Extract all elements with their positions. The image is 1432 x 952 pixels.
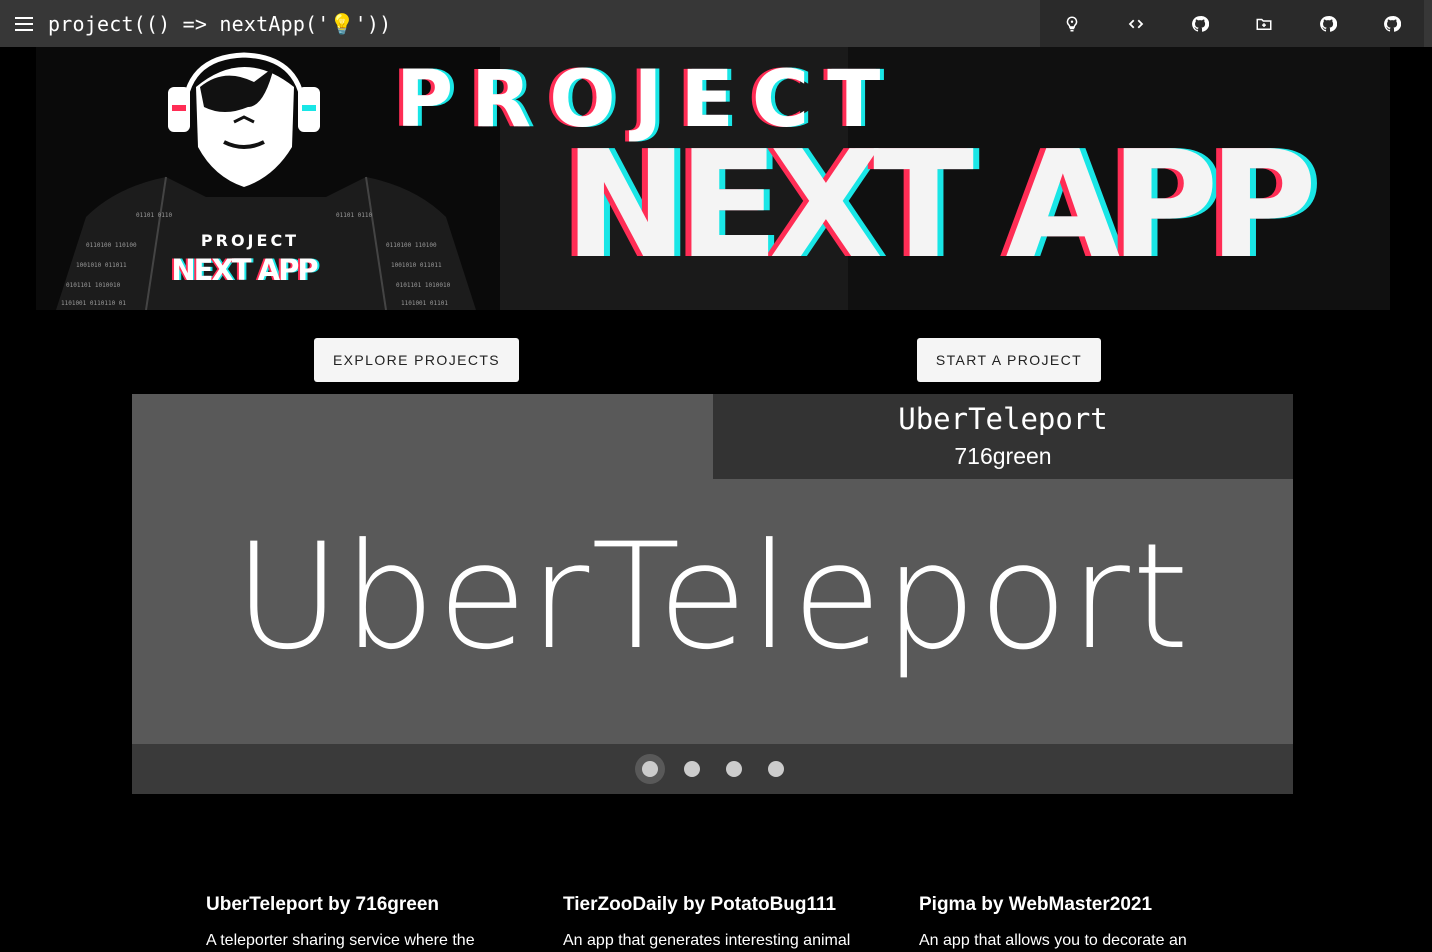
project-card[interactable]: UberTeleport by 716green A teleporter sh… [206,893,516,951]
code-icon [1128,19,1144,28]
project-card[interactable]: Pigma by WebMaster2021 An app that allow… [919,893,1229,951]
carousel-caption: UberTeleport 716green [713,394,1293,479]
idea-button[interactable] [1052,4,1092,44]
svg-text:1101001 0110110 01: 1101001 0110110 01 [61,300,126,307]
github-icon [1384,15,1401,32]
github-button-1[interactable] [1180,4,1220,44]
svg-text:01101 0110: 01101 0110 [136,212,173,219]
carousel-indicators [132,744,1293,794]
card-description: A teleporter sharing service where the [206,932,475,949]
mini-logo-nextapp: NEXT APP [171,253,318,287]
svg-text:1001010 011011: 1001010 011011 [391,262,442,269]
card-title[interactable]: Pigma by WebMaster2021 [919,893,1229,917]
menu-button[interactable] [0,0,48,47]
appbar-edge [1424,0,1432,47]
svg-text:01101 0110: 01101 0110 [336,212,373,219]
card-description: An app that allows you to decorate an [919,932,1187,949]
banner-nextapp-text: NEXT APP [564,119,1317,291]
card-title[interactable]: TierZooDaily by PotatoBug111 [563,893,873,917]
card-description: An app that generates interesting animal [563,932,851,949]
svg-text:0110100 110100: 0110100 110100 [386,242,437,249]
carousel-dot-1[interactable] [641,761,658,777]
hero-banner: 0110100 110100 1001010 011011 0101101 101… [36,47,1390,310]
hamburger-menu-icon [15,16,33,31]
github-icon [1320,15,1337,32]
caption-project-title: UberTeleport [898,402,1108,436]
app-title: project(() => nextApp('💡')) [48,11,392,36]
lightbulb-icon [1066,15,1078,31]
svg-text:0110100 110100: 0110100 110100 [86,242,137,249]
new-folder-icon [1256,18,1272,30]
github-icon [1192,15,1209,32]
toolbar-icon-group [1040,0,1424,47]
project-card[interactable]: TierZooDaily by PotatoBug111 An app that… [563,893,873,951]
headphones-avatar [168,52,320,187]
new-project-folder-button[interactable] [1244,4,1284,44]
slide-heading: UberTeleport [233,512,1192,682]
svg-text:0101101 1010010: 0101101 1010010 [396,282,451,289]
code-button[interactable] [1116,4,1156,44]
github-button-3[interactable] [1372,4,1412,44]
start-project-button[interactable]: START A PROJECT [917,338,1101,382]
github-button-2[interactable] [1308,4,1348,44]
top-app-bar: project(() => nextApp('💡')) [0,0,1432,47]
svg-text:1101001 01101: 1101001 01101 [401,300,448,307]
carousel-dot-3[interactable] [725,761,742,777]
mini-logo-project: PROJECT [200,231,300,250]
carousel-dot-2[interactable] [683,761,700,777]
project-carousel[interactable]: UberTeleport 716green UberTeleport [132,394,1293,794]
card-title[interactable]: UberTeleport by 716green [206,893,516,917]
caption-author: 716green [954,443,1052,469]
svg-text:0101101 1010010: 0101101 1010010 [66,282,121,289]
carousel-dot-4[interactable] [767,761,784,777]
explore-projects-button[interactable]: EXPLORE PROJECTS [314,338,519,382]
svg-text:1001010 011011: 1001010 011011 [76,262,127,269]
